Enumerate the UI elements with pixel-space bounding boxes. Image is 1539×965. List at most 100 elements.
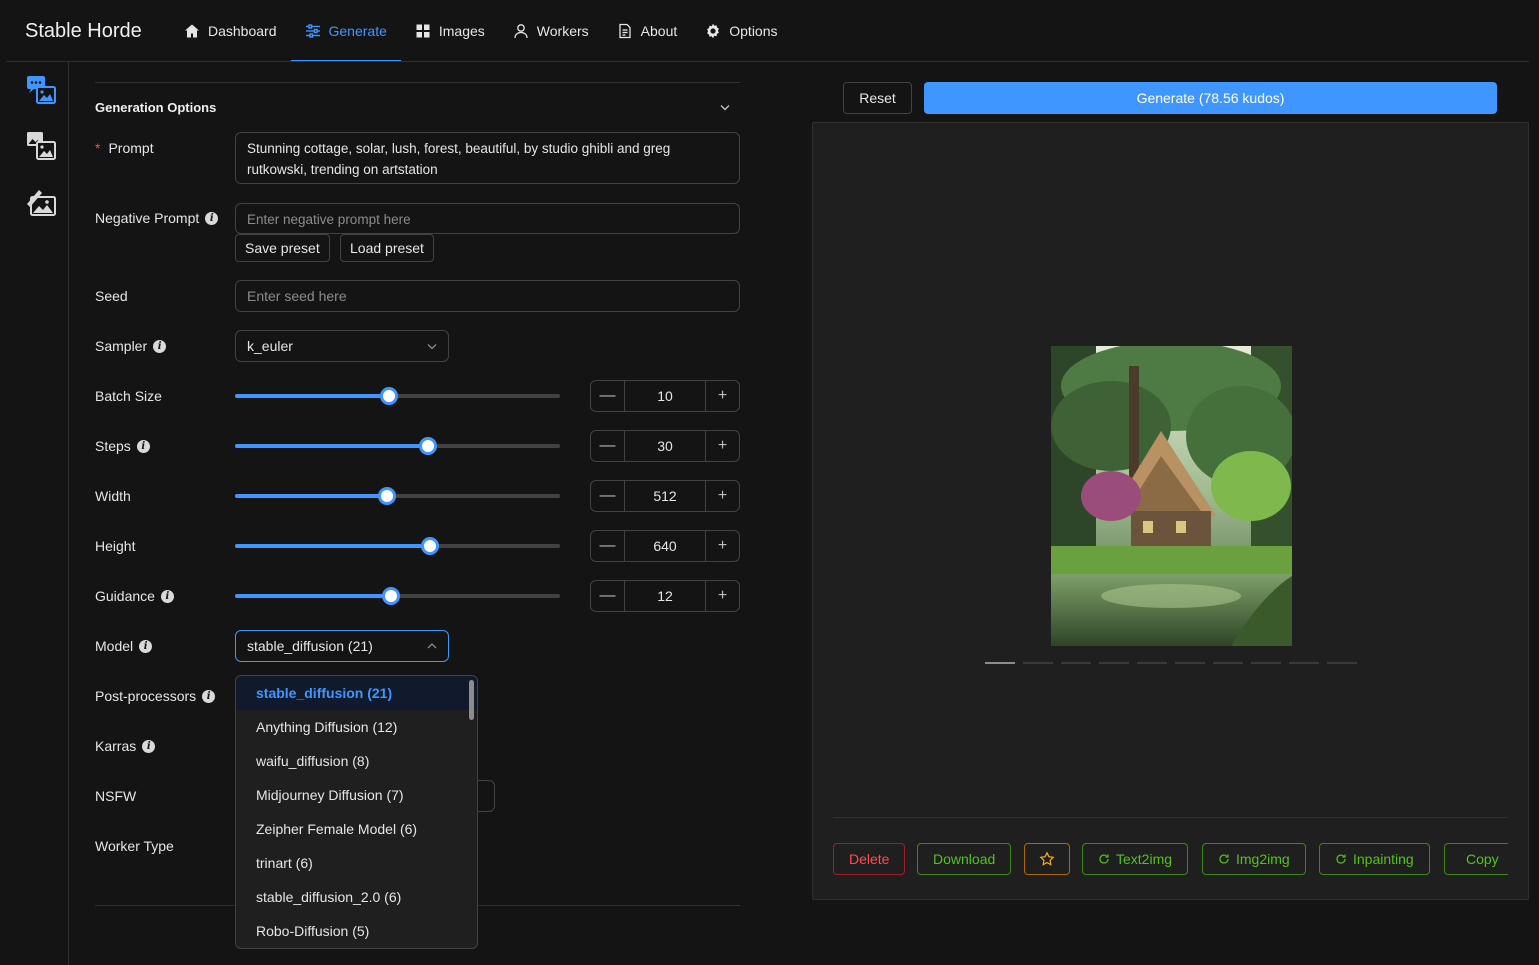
prompt-textarea[interactable]: Stunning cottage, solar, lush, forest, b… (235, 132, 740, 184)
nav-workers[interactable]: Workers (499, 0, 603, 62)
nav-images[interactable]: Images (401, 0, 499, 62)
height-slider[interactable] (235, 537, 560, 555)
info-icon[interactable]: i (202, 689, 216, 703)
preview-divider (833, 817, 1508, 818)
nav-generate[interactable]: Generate (290, 0, 402, 62)
model-select[interactable]: stable_diffusion (21) (235, 630, 449, 662)
pagination-dot[interactable] (1061, 662, 1091, 664)
model-option[interactable]: stable_diffusion_2.0 (6) (236, 880, 477, 914)
star-icon (1039, 851, 1055, 866)
worker-type-label: Worker Type (95, 838, 174, 854)
slider-handle[interactable] (421, 537, 439, 555)
pagination-dot[interactable] (1099, 662, 1129, 664)
increment-button[interactable]: + (706, 581, 739, 611)
generation-options-title[interactable]: Generation Options (95, 100, 216, 115)
favorite-button[interactable] (1024, 843, 1070, 875)
batch-size-label: Batch Size (95, 388, 162, 404)
sampler-select[interactable]: k_euler (235, 330, 449, 362)
copy-button[interactable]: Copy (1444, 843, 1508, 875)
post-processors-label-text: Post-processors (95, 688, 197, 704)
reset-button[interactable]: Reset (843, 82, 912, 114)
model-option[interactable]: Anything Diffusion (12) (236, 710, 477, 744)
seed-input[interactable]: Enter seed here (235, 280, 740, 312)
info-icon[interactable]: i (160, 589, 174, 603)
steps-slider[interactable] (235, 437, 560, 455)
model-option[interactable]: stable_diffusion (21) (236, 676, 477, 710)
image-to-image-icon[interactable] (25, 130, 57, 162)
decrement-button[interactable]: — (591, 531, 624, 561)
negative-prompt-textarea[interactable]: Enter negative prompt here (235, 203, 740, 234)
increment-button[interactable]: + (706, 481, 739, 511)
model-option[interactable]: Zeipher Female Model (6) (236, 812, 477, 846)
width-input[interactable]: 512 (624, 481, 706, 511)
info-icon[interactable]: i (136, 439, 150, 453)
decrement-button[interactable]: — (591, 381, 624, 411)
increment-button[interactable]: + (706, 431, 739, 461)
steps-label: Steps i (95, 438, 150, 454)
pagination-dot[interactable] (1289, 662, 1319, 664)
steps-input[interactable]: 30 (624, 431, 706, 461)
info-icon[interactable]: i (139, 639, 153, 653)
delete-button[interactable]: Delete (833, 843, 906, 875)
guidance-label-text: Guidance (95, 588, 155, 604)
info-icon[interactable]: i (142, 739, 156, 753)
pagination-dot[interactable] (1137, 662, 1167, 664)
slider-track-fill (235, 594, 391, 598)
guidance-input[interactable]: 12 (624, 581, 706, 611)
dropdown-scrollbar[interactable] (469, 680, 474, 720)
height-input[interactable]: 640 (624, 531, 706, 561)
form-top-divider (95, 82, 740, 83)
slider-handle[interactable] (380, 387, 399, 405)
slider-handle[interactable] (382, 587, 400, 605)
decrement-button[interactable]: — (591, 431, 624, 461)
slider-track-fill (235, 394, 390, 398)
nav-about[interactable]: About (603, 0, 692, 62)
model-value: stable_diffusion (21) (247, 638, 373, 654)
text2img-button[interactable]: Text2img (1082, 843, 1189, 875)
batch-size-slider[interactable] (235, 387, 560, 405)
gear-icon (707, 23, 720, 39)
img2img-button[interactable]: Img2img (1202, 843, 1306, 875)
pagination-dot[interactable] (1023, 662, 1053, 664)
pagination-dot[interactable] (1175, 662, 1205, 664)
inpainting-button[interactable]: Inpainting (1319, 843, 1430, 875)
pagination-dot[interactable] (985, 662, 1015, 664)
refresh-icon (1099, 854, 1109, 864)
decrement-button[interactable]: — (591, 581, 624, 611)
info-icon[interactable]: i (153, 339, 167, 353)
guidance-slider[interactable] (235, 587, 560, 605)
increment-button[interactable]: + (706, 381, 739, 411)
decrement-button[interactable]: — (591, 481, 624, 511)
model-dropdown: stable_diffusion (21) Anything Diffusion… (235, 675, 478, 949)
inpainting-icon[interactable] (25, 186, 57, 218)
chevron-down-icon[interactable] (718, 100, 732, 114)
brand-title[interactable]: Stable Horde (25, 20, 142, 43)
user-icon (514, 24, 528, 39)
text-to-image-icon[interactable] (25, 74, 57, 106)
nsfw-select[interactable] (477, 780, 495, 812)
slider-handle[interactable] (377, 487, 396, 505)
increment-button[interactable]: + (706, 531, 739, 561)
batch-size-input[interactable]: 10 (624, 381, 706, 411)
nav-dashboard[interactable]: Dashboard (170, 0, 291, 62)
model-option[interactable]: waifu_diffusion (8) (236, 744, 477, 778)
download-button[interactable]: Download (917, 843, 1012, 875)
width-slider[interactable] (235, 487, 560, 505)
load-preset-button[interactable]: Load preset (340, 234, 434, 262)
save-preset-button[interactable]: Save preset (235, 234, 330, 262)
pagination-dot[interactable] (1327, 662, 1357, 664)
model-option[interactable]: Midjourney Diffusion (7) (236, 778, 477, 812)
image-preview-panel: Delete Download Text2img Img2img Inpaint… (812, 122, 1529, 900)
model-option[interactable]: trinart (6) (236, 846, 477, 880)
slider-track-fill (235, 444, 429, 448)
slider-handle[interactable] (419, 437, 438, 455)
batch-size-stepper: — 10 + (590, 380, 740, 412)
pagination-dot[interactable] (1213, 662, 1243, 664)
info-icon[interactable]: i (205, 211, 219, 225)
generate-button[interactable]: Generate (78.56 kudos) (924, 82, 1497, 114)
model-option[interactable]: Robo-Diffusion (5) (236, 914, 477, 948)
generated-image[interactable] (1051, 346, 1292, 646)
pagination-dot[interactable] (1251, 662, 1281, 664)
nav-options[interactable]: Options (691, 0, 791, 62)
post-processors-label: Post-processors i (95, 688, 216, 704)
